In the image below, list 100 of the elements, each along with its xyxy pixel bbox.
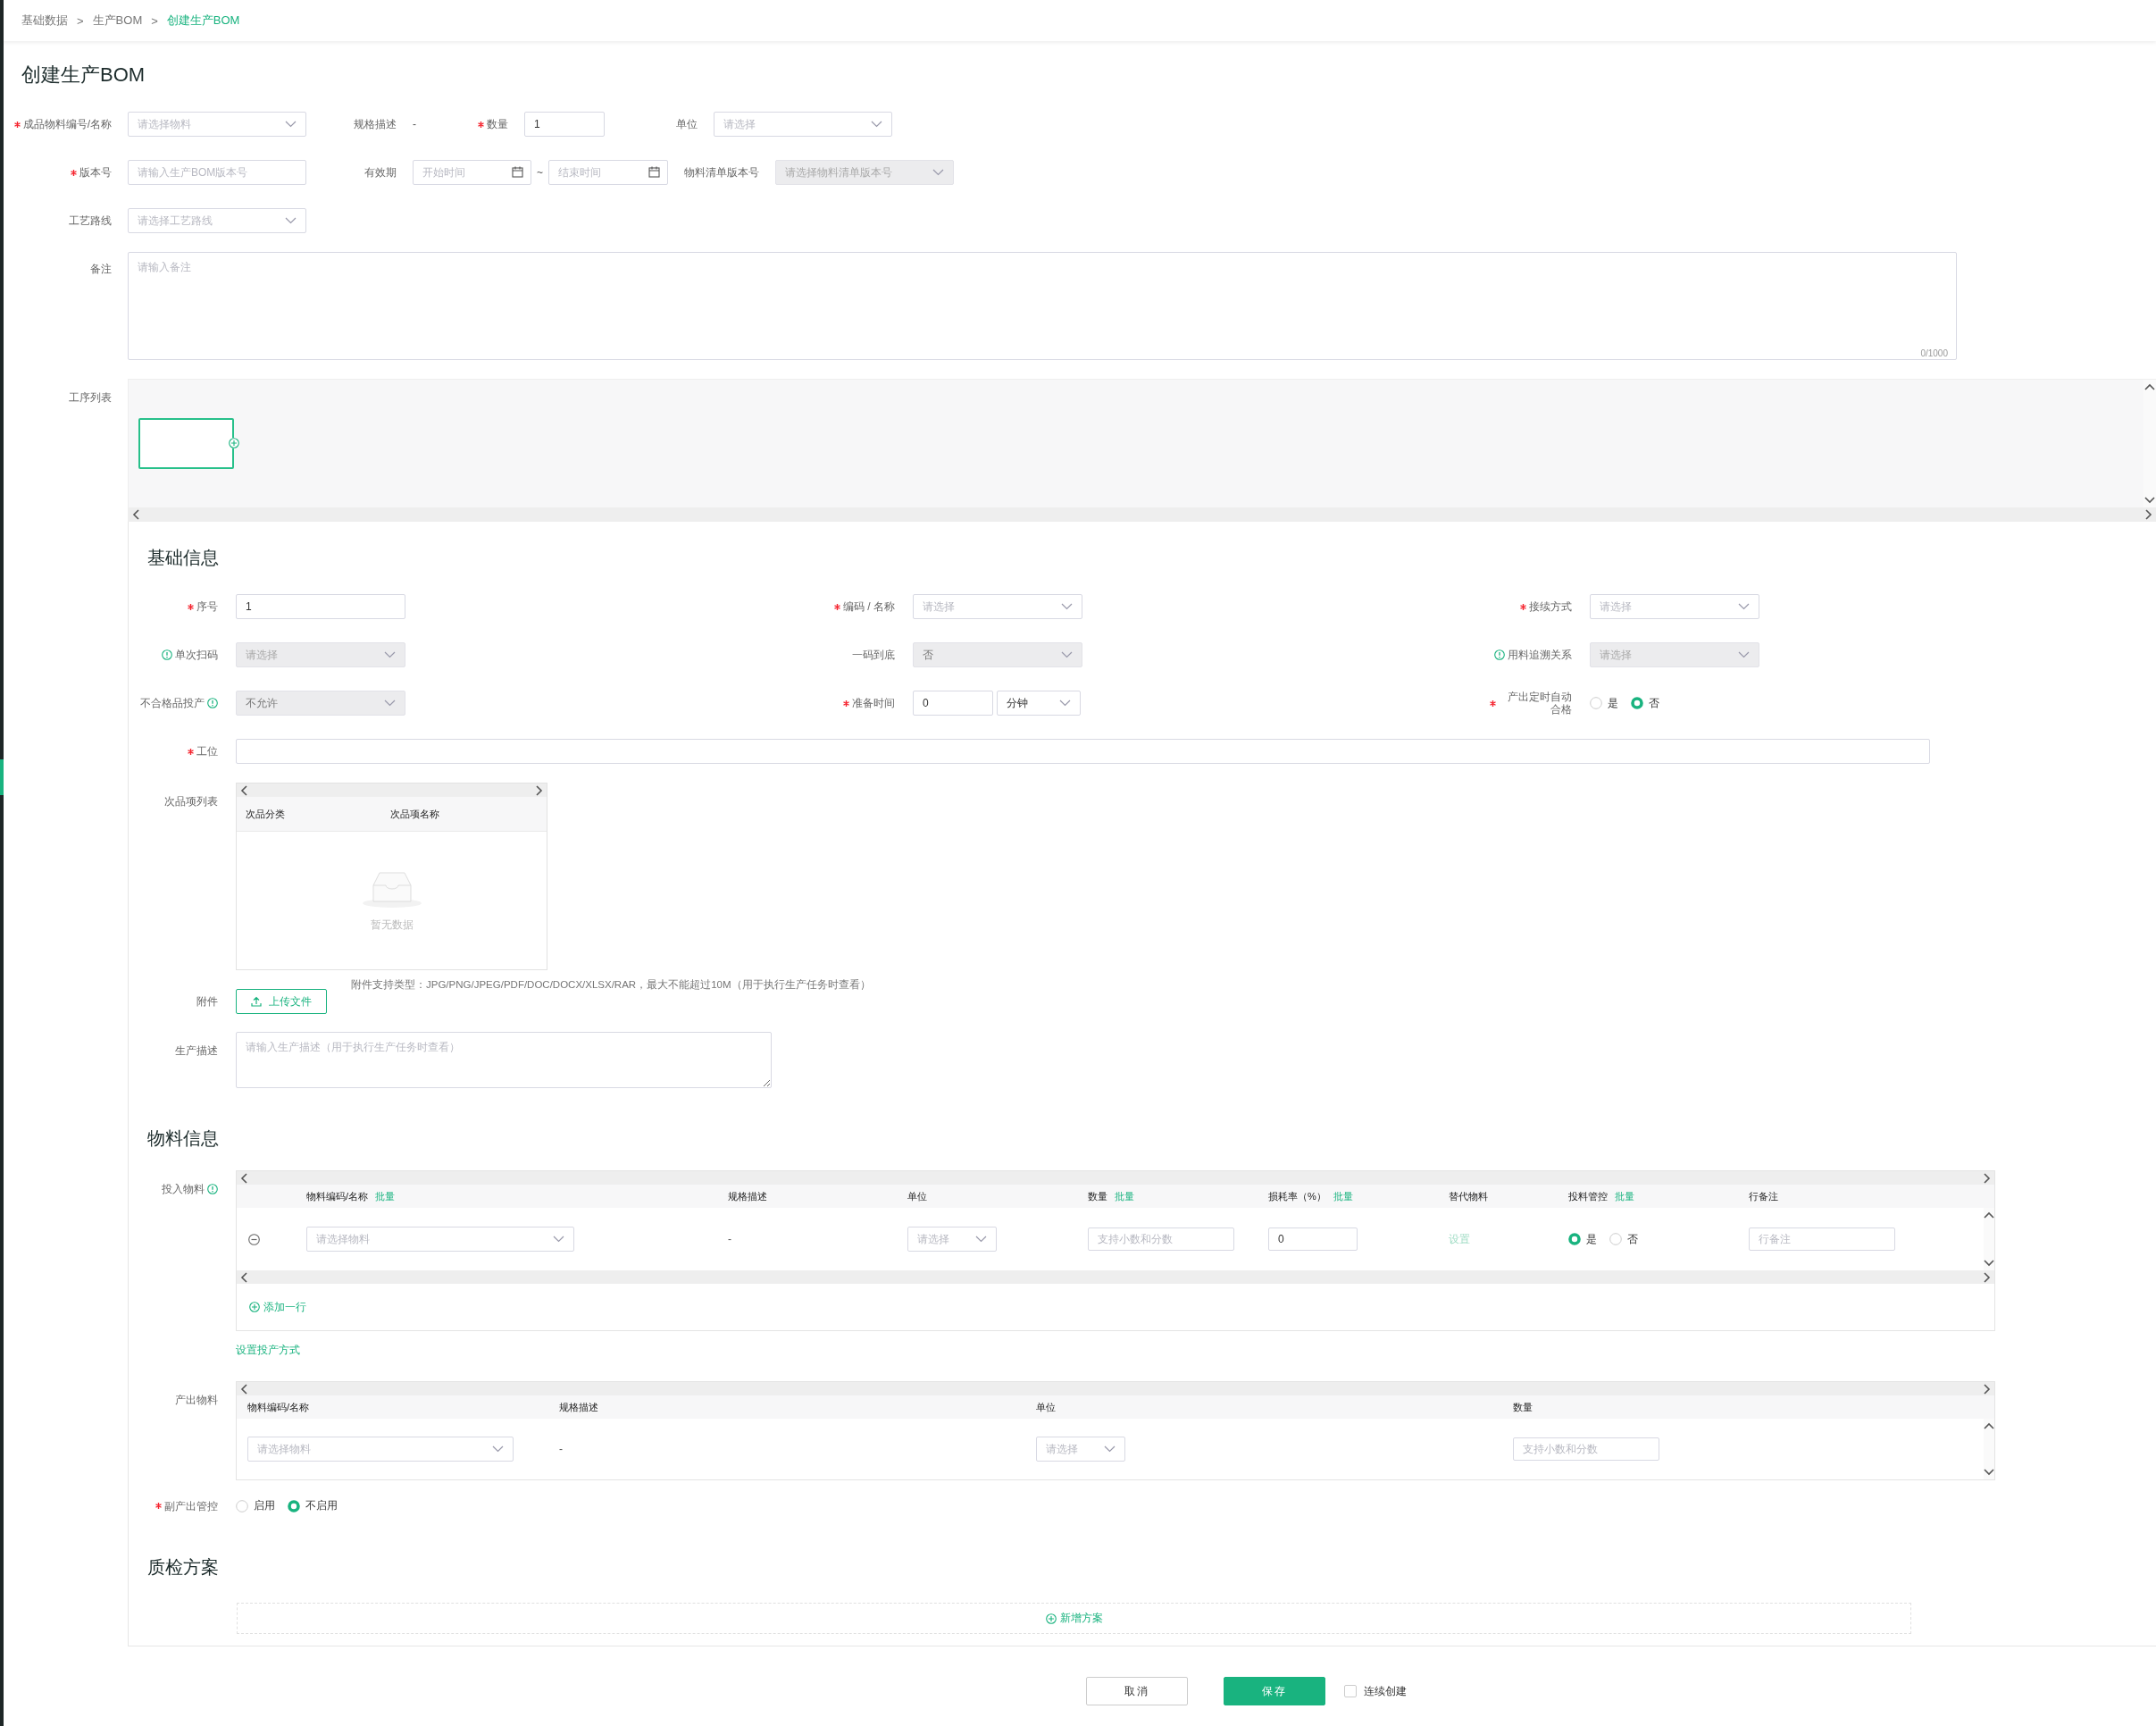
breadcrumb-link[interactable]: 创建生产BOM [166, 13, 240, 29]
select-field[interactable]: 请选择 [714, 112, 892, 137]
column-header: 损耗率（%） [1268, 1189, 1326, 1203]
add-node-icon [229, 438, 239, 448]
radio-button[interactable] [1568, 1233, 1581, 1245]
save-button[interactable]: 保存 [1224, 1677, 1325, 1705]
scroll-right-icon[interactable] [535, 784, 543, 796]
input-field[interactable]: 支持小数和分数 [1088, 1227, 1234, 1251]
column-header: 行备注 [1749, 1189, 1778, 1203]
upload-icon [251, 996, 262, 1007]
scroll-right-icon[interactable] [1983, 1383, 1991, 1395]
cancel-button[interactable]: 取消 [1086, 1677, 1188, 1705]
chevron-down-icon [285, 217, 297, 224]
input-field[interactable]: 结束时间 [548, 160, 668, 185]
field-label: 备注 [90, 263, 112, 275]
radio-button[interactable] [236, 1499, 248, 1512]
field-label: 工艺路线 [69, 214, 112, 227]
radio-button[interactable] [1609, 1233, 1622, 1245]
select-field[interactable]: 请选择物料 [128, 112, 306, 137]
field-label: 副产出管控 [164, 1499, 218, 1512]
input-field[interactable]: 0 [1268, 1227, 1358, 1251]
field-label: 一码到底 [852, 649, 895, 661]
input-field[interactable]: 开始时间 [413, 160, 531, 185]
radio-label: 否 [1649, 695, 1659, 711]
select-field[interactable]: 请选择物料 [247, 1437, 514, 1462]
chevron-down-icon [1061, 651, 1073, 658]
input-field[interactable]: 请输入生产BOM版本号 [128, 160, 306, 185]
input-field[interactable]: 1 [236, 594, 405, 619]
add-plan-link[interactable]: 新增方案 [1045, 1611, 1103, 1626]
process-node[interactable] [138, 418, 234, 469]
field-label: 工序列表 [69, 391, 112, 404]
chevron-down-icon [553, 1236, 564, 1243]
field-label: 不合格品投产 [140, 697, 205, 709]
radio-button[interactable] [1631, 697, 1643, 709]
scroll-up-icon[interactable] [1984, 1211, 1994, 1219]
batch-link[interactable]: 批量 [375, 1189, 396, 1203]
section-title: 物料信息 [146, 1127, 220, 1150]
select-field[interactable]: 请选择 [913, 594, 1082, 619]
set-mode-link[interactable]: 设置投产方式 [236, 1342, 300, 1358]
input-field[interactable]: 1 [524, 112, 605, 137]
scroll-left-icon[interactable] [240, 1172, 248, 1184]
vertical-scrollbar[interactable] [1984, 1208, 1994, 1270]
scroll-right-icon[interactable] [1983, 1172, 1991, 1184]
upload-button[interactable]: 上传文件 [236, 989, 327, 1014]
scroll-down-icon[interactable] [1984, 1259, 1994, 1267]
scroll-left-icon[interactable] [240, 1271, 248, 1283]
batch-link[interactable]: 批量 [1333, 1189, 1353, 1203]
character-counter: 0/1000 [1920, 348, 1948, 358]
vertical-scrollbar[interactable] [1984, 1419, 1994, 1479]
select-field[interactable]: 分钟 [997, 691, 1081, 716]
section-title: 基础信息 [146, 547, 220, 569]
batch-link[interactable]: 批量 [1615, 1189, 1634, 1203]
scroll-down-icon[interactable] [1984, 1468, 1994, 1476]
input-field[interactable]: 行备注 [1749, 1227, 1895, 1251]
column-header: 次品项名称 [390, 808, 440, 819]
horizontal-scrollbar[interactable] [237, 1171, 1994, 1185]
scroll-right-icon[interactable] [1983, 1271, 1991, 1283]
batch-link[interactable]: 批量 [1115, 1189, 1134, 1203]
empty-text: 暂无数据 [370, 917, 414, 933]
scroll-up-icon[interactable] [2144, 383, 2155, 391]
breadcrumb-link[interactable]: 生产BOM [92, 13, 143, 29]
scroll-left-icon[interactable] [132, 508, 140, 520]
horizontal-scrollbar[interactable] [129, 507, 2156, 521]
active-indicator [0, 759, 4, 795]
remove-row-icon[interactable] [248, 1233, 260, 1245]
column-header: 数量 [1513, 1400, 1533, 1414]
column-header: 单位 [907, 1189, 927, 1203]
scroll-right-icon[interactable] [2144, 508, 2152, 520]
chevron-down-icon [492, 1445, 504, 1453]
select-field[interactable]: 请选择 [1590, 594, 1759, 619]
checkbox[interactable] [1344, 1685, 1357, 1697]
scroll-down-icon[interactable] [2144, 496, 2155, 504]
field-label: 工位 [196, 745, 218, 758]
select-field[interactable]: 请选择工艺路线 [128, 208, 306, 233]
scroll-up-icon[interactable] [1984, 1422, 1994, 1430]
radio-label: 启用 [254, 1498, 275, 1513]
field-label: 成品物料编号/名称 [22, 118, 112, 130]
input-field[interactable] [236, 739, 1930, 764]
input-field[interactable]: 支持小数和分数 [1513, 1437, 1659, 1461]
horizontal-scrollbar[interactable] [237, 1382, 1994, 1395]
horizontal-scrollbar[interactable] [237, 1270, 1994, 1284]
add-row-link[interactable]: 添加一行 [249, 1299, 306, 1315]
horizontal-scrollbar[interactable] [237, 783, 547, 797]
radio-button[interactable] [1590, 697, 1602, 709]
chevron-down-icon [1061, 603, 1073, 610]
select-field[interactable]: 请选择 [907, 1227, 997, 1252]
chevron-down-icon [1738, 603, 1750, 610]
scroll-left-icon[interactable] [240, 784, 248, 796]
scroll-left-icon[interactable] [240, 1383, 248, 1395]
select-field[interactable]: 请选择物料 [306, 1227, 574, 1252]
column-header: 数量 [1088, 1189, 1107, 1203]
add-icon [249, 1302, 260, 1312]
description-textarea[interactable]: 请输入生产描述（用于执行生产任务时查看） [236, 1032, 772, 1088]
field-label: 有效期 [364, 166, 397, 179]
breadcrumb-link[interactable]: 基础数据 [21, 13, 68, 29]
range-separator: ~ [536, 166, 544, 179]
select-field[interactable]: 请选择 [1036, 1437, 1125, 1462]
section-title: 质检方案 [146, 1556, 220, 1579]
radio-button[interactable] [288, 1499, 300, 1512]
input-field[interactable]: 0 [913, 691, 993, 716]
